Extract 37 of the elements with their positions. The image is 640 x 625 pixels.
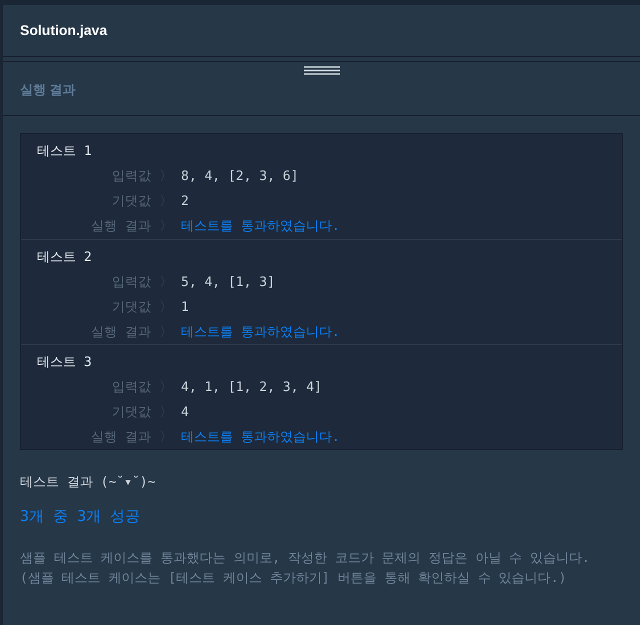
- field-label: 기댓값: [111, 298, 151, 317]
- panel-title: 실행 결과: [20, 80, 76, 99]
- test-title: 테스트 3: [36, 354, 93, 372]
- field-label: 입력값: [111, 378, 151, 397]
- score-text: 3개 중 3개 성공: [20, 506, 142, 526]
- resize-handle-icon[interactable]: [304, 66, 340, 75]
- separator-text: 〉: [158, 324, 174, 342]
- field-value: 2: [181, 192, 189, 211]
- note-text: 샘플 테스트 케이스를 통과했다는 의미로, 작성한 코드가 문제의 정답은 아닐 수 있습니다.: [20, 550, 591, 568]
- separator-text: 〉: [158, 404, 174, 422]
- test-title: 테스트 1: [36, 143, 93, 161]
- file-tab-title[interactable]: Solution.java: [20, 20, 108, 41]
- field-value: 테스트를 통과하였습니다.: [181, 218, 340, 236]
- field-value: 4, 1, [1, 2, 3, 4]: [181, 378, 322, 397]
- test-title: 테스트 2: [36, 249, 93, 267]
- separator-text: 〉: [158, 274, 174, 292]
- separator-text: 〉: [158, 298, 174, 317]
- field-label: 실행 결과: [90, 218, 151, 236]
- field-label: 실행 결과: [90, 428, 151, 447]
- separator-text: 〉: [158, 378, 174, 397]
- separator-text: 〉: [158, 192, 174, 211]
- hint-text: (샘플 테스트 케이스는 [테스트 케이스 추가하기] 버튼을 통해 확인하실 수 있습니다.): [20, 570, 568, 588]
- field-value: 8, 4, [2, 3, 6]: [181, 168, 298, 186]
- field-value: 테스트를 통과하였습니다.: [181, 428, 340, 447]
- field-label: 기댓값: [111, 192, 151, 211]
- separator-text: 〉: [158, 428, 174, 447]
- field-value: 4: [181, 404, 189, 422]
- field-value: 5, 4, [1, 3]: [181, 274, 275, 292]
- field-value: 1: [181, 298, 189, 317]
- field-label: 입력값: [111, 168, 151, 186]
- separator-text: 〉: [158, 218, 174, 236]
- field-label: 입력값: [111, 274, 151, 292]
- field-value: 테스트를 통과하였습니다.: [181, 324, 340, 342]
- result-heading: 테스트 결과 (~˘▾˘)~: [20, 474, 156, 492]
- field-label: 기댓값: [111, 404, 151, 422]
- field-label: 실행 결과: [90, 324, 151, 342]
- separator-text: 〉: [158, 168, 174, 186]
